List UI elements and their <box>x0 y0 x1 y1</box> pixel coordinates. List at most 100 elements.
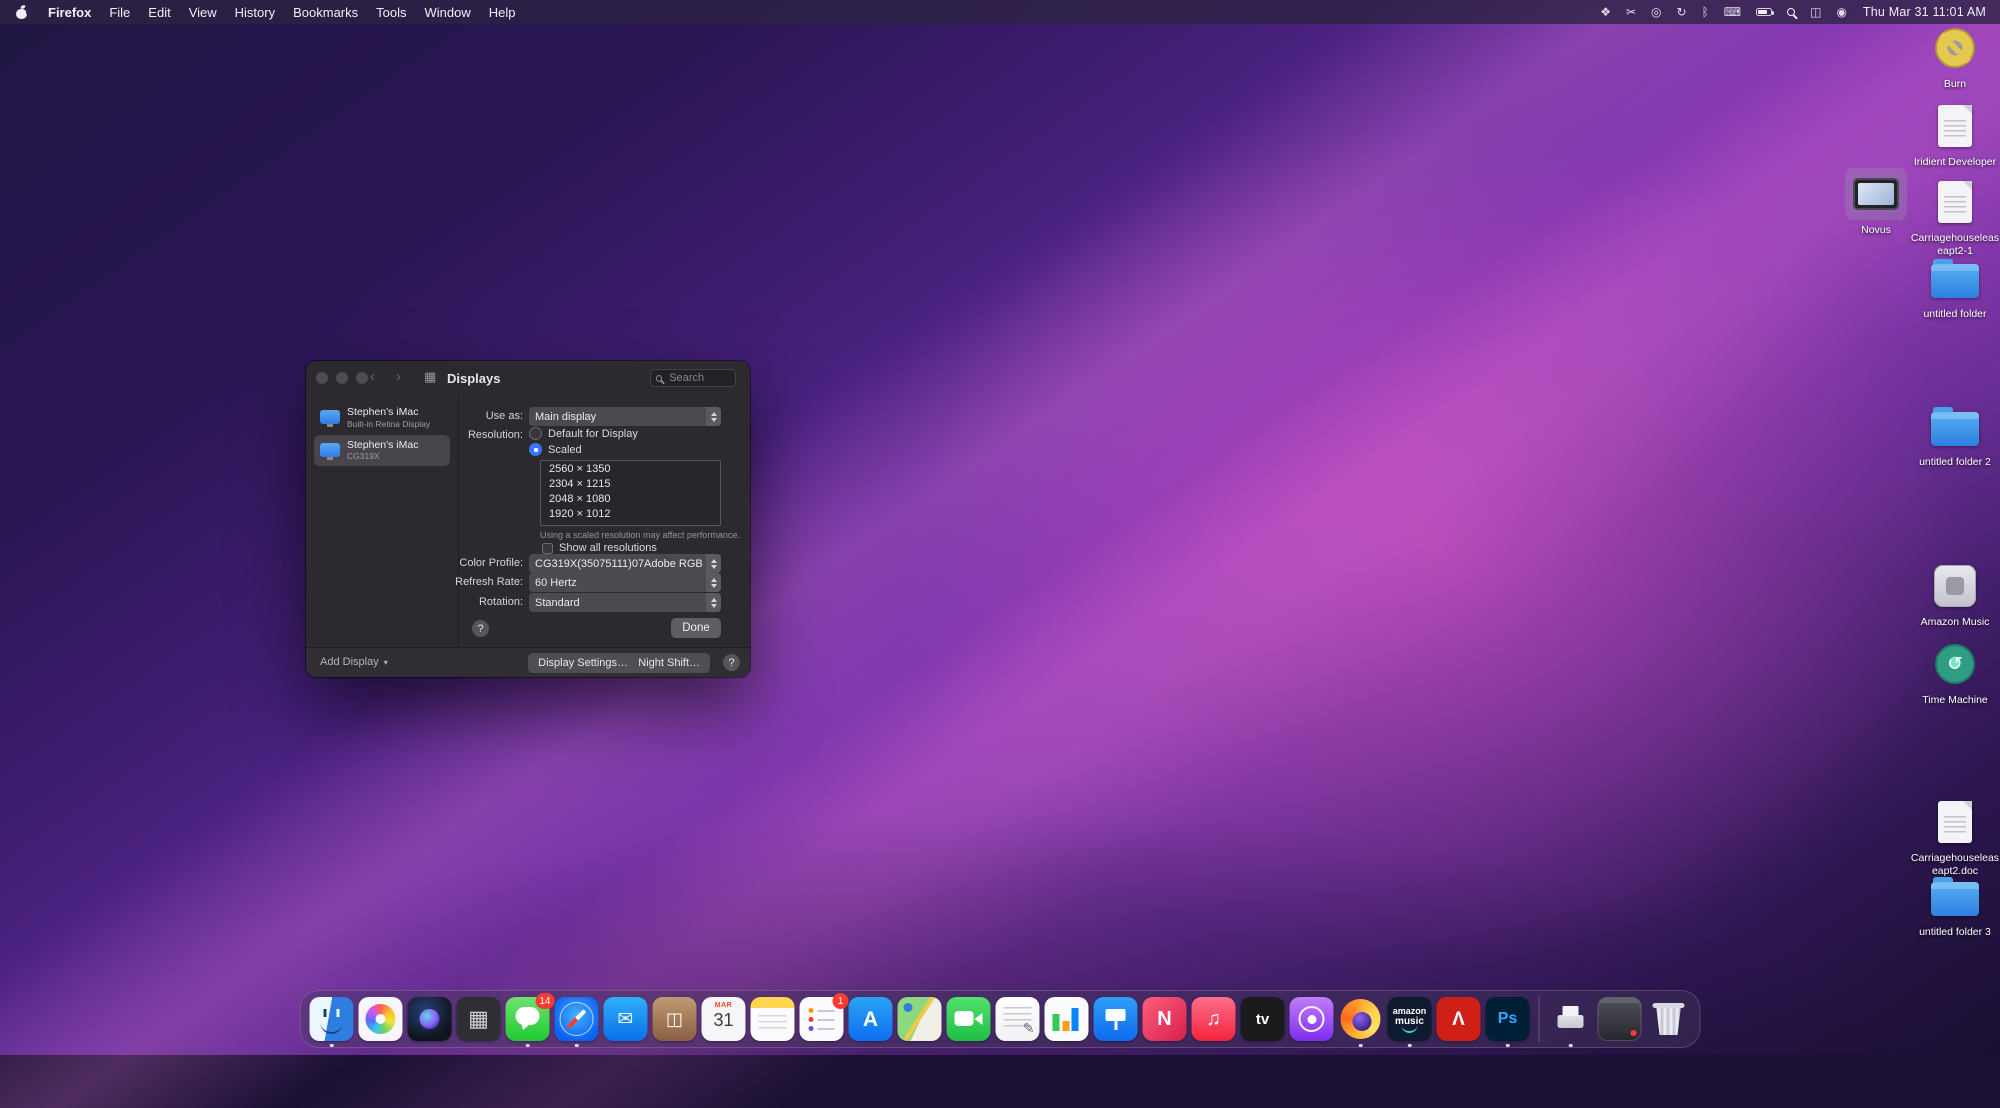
popup-arrows-icon <box>706 554 721 573</box>
menu-bookmarks[interactable]: Bookmarks <box>284 5 367 20</box>
dock-reminders[interactable]: 1 <box>799 993 849 1041</box>
desktop-icons: Burn Iridient Developer Novus Carriagehouse… <box>0 0 2000 1055</box>
dock-launchpad[interactable]: ▦ <box>456 997 501 1041</box>
search-field[interactable] <box>650 369 736 387</box>
titlebar[interactable]: ‹ › ▦ Displays <box>306 361 750 395</box>
dock-textedit[interactable] <box>995 997 1040 1041</box>
news-icon: N <box>1142 997 1187 1041</box>
help-button[interactable]: ? <box>472 620 489 637</box>
checkbox-icon <box>542 542 553 554</box>
resolution-list[interactable]: 2560 × 1350 2304 × 1215 2048 × 1080 1920 × … <box>540 460 721 526</box>
rotation-popup[interactable]: Standard <box>529 593 721 612</box>
dock-numbers[interactable] <box>1044 997 1089 1041</box>
dock-music[interactable]: ♫ <box>1191 997 1236 1041</box>
menu-edit[interactable]: Edit <box>139 5 179 20</box>
desktop-icon-amazon-music[interactable]: Amazon Music <box>1910 560 2000 629</box>
dock-news[interactable]: N <box>1142 997 1187 1041</box>
display-settings-button[interactable]: Display Settings… <box>528 653 638 673</box>
zoom-button[interactable] <box>356 372 368 384</box>
spotlight-icon[interactable] <box>1787 8 1796 16</box>
dock-facetime[interactable] <box>946 997 991 1041</box>
back-button[interactable]: ‹ <box>370 368 375 385</box>
menu-file[interactable]: File <box>100 5 139 20</box>
desktop-icon-untitled-folder[interactable]: untitled folder <box>1910 252 2000 321</box>
dock-photo-booth[interactable]: ◫ <box>652 997 697 1041</box>
creative-cloud-icon[interactable]: ◎ <box>1651 6 1661 18</box>
dock-photoshop[interactable]: Ps <box>1485 997 1530 1047</box>
resolution-option[interactable]: 2304 × 1215 <box>541 476 720 491</box>
dock-app-store[interactable]: A <box>848 997 893 1041</box>
siri-icon[interactable]: ◉ <box>1836 6 1846 18</box>
sync-icon[interactable]: ↻ <box>1677 6 1687 18</box>
dropbox-icon[interactable]: ❖ <box>1600 6 1611 18</box>
add-display-popup[interactable]: Add Display ▾ <box>320 656 388 668</box>
apple-tv-icon: tv <box>1240 997 1285 1041</box>
dock-maps[interactable] <box>897 997 942 1041</box>
bluetooth-icon[interactable]: ᛒ <box>1702 6 1709 18</box>
resolution-option[interactable]: 2048 × 1080 <box>541 491 720 506</box>
desktop-icon-untitled-folder-2[interactable]: untitled folder 2 <box>1910 400 2000 469</box>
search-input[interactable] <box>667 371 730 385</box>
dock-calendar[interactable]: MAR 31 <box>701 997 746 1041</box>
menubar-menus: File Edit View History Bookmarks Tools Window H… <box>100 5 524 20</box>
app-gray-icon <box>1934 565 1976 607</box>
dock-printer[interactable] <box>1549 997 1593 1047</box>
radio-scaled[interactable]: Scaled <box>529 443 582 456</box>
desktop-icon-untitled-folder-3[interactable]: untitled folder 3 <box>1910 870 2000 939</box>
dock-safari[interactable] <box>554 997 599 1047</box>
dock-trash[interactable] <box>1647 997 1691 1041</box>
menubar-clock[interactable]: Thu Mar 31 11:01 AM <box>1863 5 1986 19</box>
color-profile-popup[interactable]: CG319X(35075111)07Adobe RGB <box>529 554 721 573</box>
desktop-icon-time-machine[interactable]: Time Machine <box>1910 638 2000 707</box>
use-as-popup[interactable]: Main display <box>529 407 721 426</box>
close-button[interactable] <box>316 372 328 384</box>
desktop-icon-label: untitled folder <box>1923 308 1987 320</box>
window-help-button[interactable]: ? <box>723 654 740 671</box>
dock-messages[interactable]: 14 <box>505 993 555 1047</box>
desktop-icon-carriagehouseleaseapt2-doc[interactable]: Carriagehouseleaseapt2.doc <box>1910 796 2000 877</box>
radio-default-for-display[interactable]: Default for Display <box>529 427 638 440</box>
menu-help[interactable]: Help <box>480 5 525 20</box>
refresh-rate-popup[interactable]: 60 Hertz <box>529 573 721 592</box>
dock-notes[interactable] <box>750 997 795 1041</box>
battery-icon[interactable] <box>1756 8 1775 16</box>
desktop-icon-label: untitled folder 2 <box>1919 456 1991 468</box>
window-title: Displays <box>447 371 501 386</box>
menu-view[interactable]: View <box>180 5 226 20</box>
resolution-option[interactable]: 1920 × 1012 <box>541 506 720 521</box>
dock-mail[interactable]: ✉ <box>603 997 648 1041</box>
show-all-resolutions-checkbox[interactable]: Show all resolutions <box>542 542 657 554</box>
menu-window[interactable]: Window <box>416 5 480 20</box>
notes-icon <box>750 997 795 1041</box>
apple-menu-icon[interactable] <box>16 3 31 20</box>
photo-booth-icon: ◫ <box>652 997 697 1041</box>
desktop-icon-novus[interactable]: Novus <box>1831 168 1921 237</box>
dock-firefox[interactable] <box>1339 997 1383 1047</box>
dock-siri[interactable] <box>407 997 452 1041</box>
night-shift-button[interactable]: Night Shift… <box>628 653 710 673</box>
minimize-button[interactable] <box>336 372 348 384</box>
dock-minimized-window[interactable] <box>1597 997 1642 1041</box>
dock-photos[interactable] <box>358 997 403 1041</box>
dock-apple-tv[interactable]: tv <box>1240 997 1285 1041</box>
dock-amazon-music[interactable]: amazon music <box>1387 997 1432 1047</box>
desktop-icon-burn[interactable]: Burn <box>1910 22 2000 91</box>
menubar-status: ❖ ✂ ◎ ↻ ᛒ ⌨ ◫ ◉ <box>1600 6 1847 18</box>
control-center-icon[interactable]: ◫ <box>1810 6 1821 18</box>
scissors-icon[interactable]: ✂ <box>1626 6 1636 18</box>
show-all-grid-icon[interactable]: ▦ <box>424 370 436 383</box>
dock-acrobat[interactable]: Λ <box>1436 997 1481 1041</box>
dock-keynote[interactable] <box>1093 997 1138 1041</box>
menu-tools[interactable]: Tools <box>367 5 415 20</box>
resolution-option[interactable]: 2560 × 1350 <box>541 461 720 476</box>
dock-podcasts[interactable] <box>1289 997 1334 1041</box>
forward-button[interactable]: › <box>396 368 401 385</box>
dock-finder[interactable] <box>309 997 354 1047</box>
done-button[interactable]: Done <box>671 618 721 638</box>
desktop-icon-carriagehouseleaseapt2-1[interactable]: Carriagehouseleaseapt2-1 <box>1910 176 2000 257</box>
acrobat-icon: Λ <box>1436 997 1481 1041</box>
menu-history[interactable]: History <box>226 5 284 20</box>
keyboard-icon[interactable]: ⌨ <box>1724 6 1741 18</box>
active-app-menu[interactable]: Firefox <box>39 5 100 20</box>
desktop-icon-iridient-developer[interactable]: Iridient Developer <box>1910 100 2000 169</box>
